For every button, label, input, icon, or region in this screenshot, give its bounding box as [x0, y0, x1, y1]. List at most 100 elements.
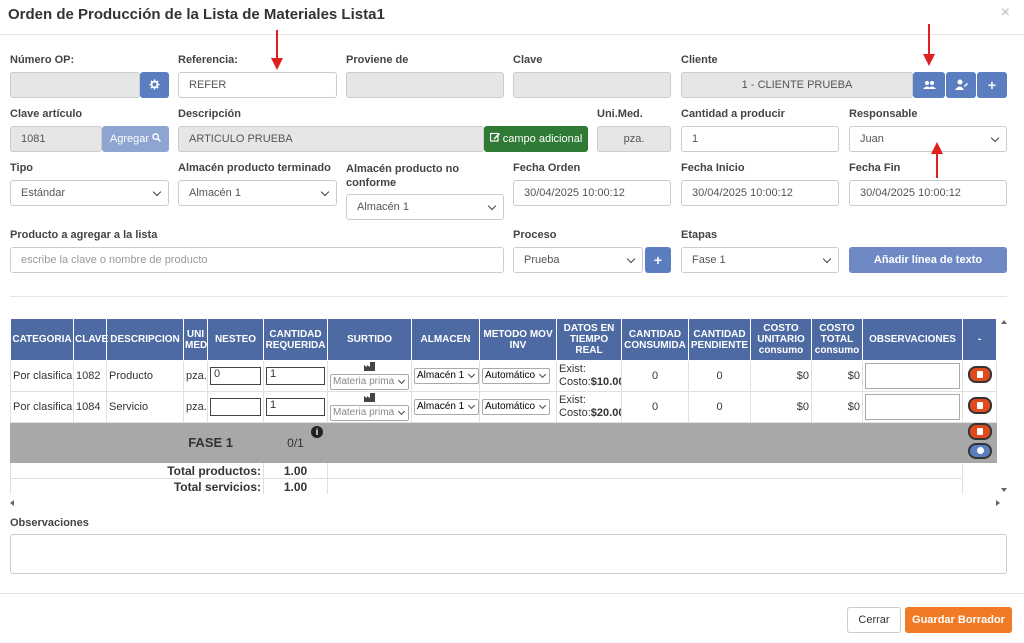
col-unimed: UNI MED [183, 318, 208, 361]
materials-table-container: CATEGORIA CLAVE DESCRIPCION UNI MED NEST… [10, 318, 1007, 494]
responsable-select[interactable]: Juan [849, 126, 1007, 152]
fecha-inicio-input[interactable]: 30/04/2025 10:00:12 [681, 180, 839, 206]
cell-categoria: Por clasificar [10, 360, 74, 392]
table-row: Por clasificar 1082 Producto pza. 0 1 Ma… [10, 360, 997, 392]
clock-icon[interactable] [967, 443, 992, 459]
cantidad-input[interactable]: 1 [266, 367, 325, 385]
total-productos-row: Total productos: 1.00 [10, 462, 997, 479]
add-proceso-button[interactable]: + [645, 247, 671, 273]
surtido-select[interactable]: Materia prima [330, 374, 410, 390]
proceso-select[interactable]: Prueba [513, 247, 643, 273]
nesteo-input[interactable] [210, 398, 261, 416]
etapas-select[interactable]: Fase 1 [681, 247, 839, 273]
label-referencia: Referencia: [178, 54, 238, 66]
agregar-button[interactable]: Agregar [102, 126, 169, 152]
col-costo-total: COSTO TOTAL consumo [811, 318, 863, 361]
cell-cantidad: 1 [263, 391, 328, 423]
numero-op-field[interactable] [10, 72, 140, 98]
select-client-button[interactable] [913, 72, 945, 98]
descripcion-field[interactable]: ARTICULO PRUEBA [178, 126, 484, 152]
cell-metodo: Automático [479, 391, 557, 423]
cell-datos: Exist: Costo:$10.00 [556, 360, 622, 392]
label-cliente: Cliente [681, 54, 718, 66]
anadir-linea-button[interactable]: Añadir línea de texto [849, 247, 1007, 273]
cell-clave: 1082 [73, 360, 107, 392]
cell-descripcion: Producto [106, 360, 184, 392]
label-numero-op: Número OP: [10, 54, 75, 66]
costo-value: $20.00 [590, 407, 622, 419]
cantidad-input[interactable]: 1 [266, 398, 325, 416]
info-icon[interactable]: i [311, 426, 323, 438]
fecha-fin-input[interactable]: 30/04/2025 10:00:12 [849, 180, 1007, 206]
almacen-select[interactable]: Almacén 1 [414, 368, 479, 384]
table-vertical-scrollbar[interactable] [1000, 318, 1008, 494]
cell-descripcion: Servicio [106, 391, 184, 423]
total-spacer [963, 479, 997, 495]
col-observaciones: OBSERVACIONES [862, 318, 963, 361]
add-client-button[interactable]: + [977, 72, 1007, 98]
trash-icon[interactable] [967, 423, 992, 440]
almacen-pt-select[interactable]: Almacén 1 [178, 180, 337, 206]
cantidad-producir-input[interactable]: 1 [681, 126, 839, 152]
col-descripcion: DESCRIPCION [106, 318, 184, 361]
unimed-field[interactable]: pza. [597, 126, 671, 152]
clave-articulo-field[interactable]: 1081 [10, 126, 102, 152]
phase-row: FASE 1 0/1 i [10, 422, 997, 463]
label-fecha-orden: Fecha Orden [513, 162, 581, 174]
metodo-select[interactable]: Automático [482, 368, 551, 384]
search-icon [152, 133, 162, 142]
trash-icon[interactable] [967, 397, 992, 414]
footer-divider [0, 593, 1024, 594]
almacen-select[interactable]: Almacén 1 [414, 399, 479, 415]
materials-table: CATEGORIA CLAVE DESCRIPCION UNI MED NEST… [10, 318, 997, 494]
col-cantidad-requerida: CANTIDAD REQUERIDA [263, 318, 328, 361]
cerrar-button[interactable]: Cerrar [847, 607, 901, 633]
col-surtido: SURTIDO [327, 318, 412, 361]
cell-almacen: Almacén 1 [411, 391, 480, 423]
campo-adicional-label: campo adicional [502, 133, 583, 145]
cell-actions [962, 360, 997, 392]
proviene-field[interactable] [346, 72, 504, 98]
phase-spacer [327, 422, 963, 463]
col-costo-unitario: COSTO UNITARIO consumo [750, 318, 812, 361]
cell-pendiente: 0 [688, 391, 751, 423]
cell-consumida: 0 [621, 360, 689, 392]
phase-name: FASE 1 [10, 422, 264, 463]
observaciones-textarea[interactable] [10, 534, 1007, 574]
guardar-borrador-button[interactable]: Guardar Borrador [905, 607, 1012, 633]
cliente-field[interactable]: 1 - CLIENTE PRUEBA [681, 72, 913, 98]
table-horizontal-scrollbar[interactable] [10, 498, 1000, 508]
nesteo-input[interactable]: 0 [210, 367, 261, 385]
campo-adicional-button[interactable]: campo adicional [484, 126, 588, 152]
total-spacer [327, 478, 963, 494]
metodo-select[interactable]: Automático [482, 399, 551, 415]
cell-pendiente: 0 [688, 360, 751, 392]
cell-categoria: Por clasificar [10, 391, 74, 423]
tipo-select[interactable]: Estándar [10, 180, 169, 206]
cell-nesteo: 0 [207, 360, 264, 392]
cell-unimed: pza. [183, 391, 208, 423]
observaciones-row-input[interactable] [865, 363, 960, 389]
almacen-nc-select[interactable]: Almacén 1 [346, 194, 504, 220]
total-servicios-label: Total servicios: [10, 478, 264, 494]
cell-costo-total: $0 [811, 360, 863, 392]
agregar-label: Agregar [109, 133, 150, 145]
fecha-orden-input[interactable]: 30/04/2025 10:00:12 [513, 180, 671, 206]
edit-client-button[interactable] [946, 72, 976, 98]
label-proviene: Proviene de [346, 54, 409, 66]
observaciones-row-input[interactable] [865, 394, 960, 420]
trash-icon[interactable] [967, 366, 992, 383]
cell-almacen: Almacén 1 [411, 360, 480, 392]
clave-field[interactable] [513, 72, 671, 98]
edit-icon [489, 132, 500, 142]
producto-search-input[interactable]: escribe la clave o nombre de producto [10, 247, 504, 273]
users-icon [922, 81, 936, 89]
referencia-input[interactable]: REFER [178, 72, 337, 98]
label-clave-articulo: Clave artículo [10, 108, 83, 120]
surtido-select[interactable]: Materia prima [330, 405, 410, 421]
numero-op-settings-button[interactable] [140, 72, 169, 98]
warehouse-icon [364, 362, 375, 371]
modal-title: Orden de Producción de la Lista de Mater… [8, 6, 385, 23]
close-icon[interactable]: × [1001, 4, 1010, 22]
label-producto-agregar: Producto a agregar a la lista [10, 229, 158, 241]
